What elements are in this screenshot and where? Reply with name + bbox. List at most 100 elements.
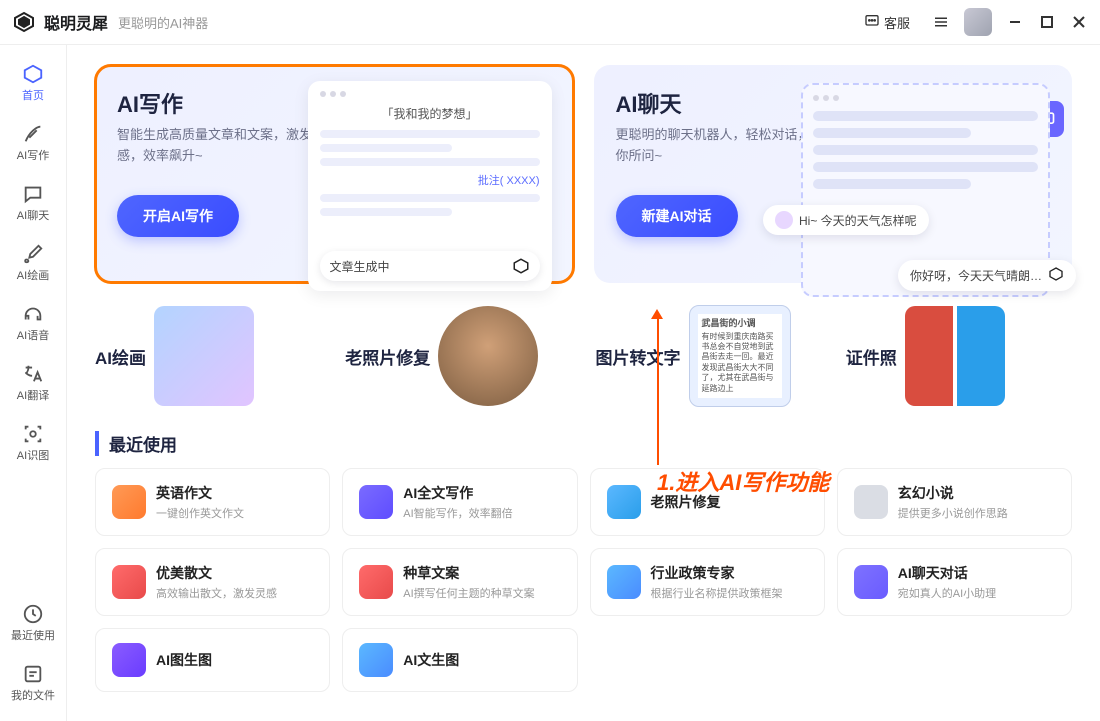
tool-name: AI全文写作 [403, 483, 560, 503]
feature-label: 证件照 [846, 344, 897, 369]
feature-id-photo[interactable]: 证件照 [846, 305, 1072, 407]
clock-icon [22, 603, 44, 625]
sidebar-item-recent[interactable]: 最近使用 [5, 595, 61, 651]
mock-title: 「我和我的梦想」 [320, 105, 540, 122]
sidebar-item-label: AI写作 [17, 147, 49, 163]
generation-status: 文章生成中 [330, 258, 390, 275]
tool-name: 老照片修复 [651, 492, 808, 512]
menu-button[interactable] [932, 13, 950, 31]
tool-card[interactable]: 行业政策专家根据行业名称提供政策框架 [590, 548, 825, 616]
hero-writing-title: AI写作 [117, 87, 326, 119]
tool-icon [112, 565, 146, 599]
tool-card[interactable]: AI文生图 [342, 628, 577, 692]
tool-name: AI文生图 [403, 650, 560, 670]
writing-preview: AI 「我和我的梦想」 批注( XXXX) 文章生成中 [326, 87, 552, 259]
recent-section-title: 最近使用 [95, 431, 1072, 456]
tool-name: 行业政策专家 [651, 563, 808, 583]
tool-icon [854, 485, 888, 519]
hex-logo-icon [1048, 266, 1064, 285]
sidebar-item-files[interactable]: 我的文件 [5, 655, 61, 711]
feature-label: 图片转文字 [596, 344, 681, 369]
tool-card[interactable]: AI聊天对话宛如真人的AI小助理 [837, 548, 1072, 616]
tool-icon [359, 485, 393, 519]
recent-grid: 英语作文一键创作英文作文 AI全文写作 AI智能写作，效率翻倍 老照片修复 玄幻小说提供… [95, 468, 1072, 692]
tool-sub: 宛如真人的AI小助理 [898, 585, 1055, 601]
hero-card-chat[interactable]: AI聊天 更聪明的聊天机器人，轻松对话，答你所问~ 新建AI对话 Hi~ 今天的… [594, 65, 1073, 283]
sidebar-item-chat[interactable]: AI聊天 [5, 175, 61, 231]
app-logo-icon [12, 10, 36, 34]
chat-preview: Hi~ 今天的天气怎样呢 你好呀，今天天气晴朗… [824, 87, 1050, 259]
feature-painting[interactable]: AI绘画 [95, 305, 321, 407]
brush-icon [22, 243, 44, 265]
scan-icon [22, 423, 44, 445]
tool-card[interactable]: 老照片修复 [590, 468, 825, 536]
tool-name: 种草文案 [403, 563, 560, 583]
feature-label: AI绘画 [95, 344, 146, 369]
ocr-sample-body: 有时候到重庆南路买书总会不自觉地到武昌街去走一回。最近发现武昌街大大不同了，尤其… [702, 332, 778, 394]
new-ai-chat-button[interactable]: 新建AI对话 [616, 195, 738, 237]
user-avatar[interactable] [964, 8, 992, 36]
tool-icon [112, 485, 146, 519]
tool-sub: AI撰写任何主题的种草文案 [403, 585, 560, 601]
chat-icon [864, 13, 880, 32]
hero-card-writing[interactable]: AI写作 智能生成高质量文章和文案，激发灵感，效率飙升~ 开启AI写作 AI 「… [95, 65, 574, 283]
tool-name: 英语作文 [156, 483, 313, 503]
feature-label: 老照片修复 [345, 344, 430, 369]
home-icon [22, 63, 44, 85]
tool-name: 优美散文 [156, 563, 313, 583]
chat-msg-2: 你好呀，今天天气晴朗… [910, 267, 1042, 284]
sidebar-item-voice[interactable]: AI语音 [5, 295, 61, 351]
sidebar-item-home[interactable]: 首页 [5, 55, 61, 111]
tool-sub: 高效输出散文，激发灵感 [156, 585, 313, 601]
hero-chat-desc: 更聪明的聊天机器人，轻松对话，答你所问~ [616, 125, 825, 167]
tool-sub: 根据行业名称提供政策框架 [651, 585, 808, 601]
sidebar-item-label: AI绘画 [17, 267, 49, 283]
mock-annot: 批注( XXXX) [320, 172, 540, 188]
tool-card[interactable]: 英语作文一键创作英文作文 [95, 468, 330, 536]
user-avatar-icon [775, 211, 793, 229]
tool-card[interactable]: 优美散文高效输出散文，激发灵感 [95, 548, 330, 616]
tool-sub: AI智能写作，效率翻倍 [403, 505, 560, 521]
app-tagline: 更聪明的AI神器 [118, 13, 856, 32]
tool-card[interactable]: AI全文写作 AI智能写作，效率翻倍 [342, 468, 577, 536]
tool-card[interactable]: 玄幻小说提供更多小说创作思路 [837, 468, 1072, 536]
feature-photo-restore[interactable]: 老照片修复 [345, 305, 571, 407]
translate-icon [22, 363, 44, 385]
sidebar-item-translate[interactable]: AI翻译 [5, 355, 61, 411]
feature-ocr[interactable]: 图片转文字 武昌街的小调 有时候到重庆南路买书总会不自觉地到武昌街去走一回。最近… [596, 305, 822, 407]
hero-chat-title: AI聊天 [616, 87, 825, 119]
sidebar-item-label: AI聊天 [17, 207, 49, 223]
sidebar-item-label: 我的文件 [11, 687, 55, 703]
sidebar-item-writing[interactable]: AI写作 [5, 115, 61, 171]
window-minimize-button[interactable] [1006, 13, 1024, 31]
window-close-button[interactable] [1070, 13, 1088, 31]
photo-thumb [438, 306, 538, 406]
sidebar-item-label: 首页 [22, 87, 44, 103]
start-ai-writing-button[interactable]: 开启AI写作 [117, 195, 239, 237]
tool-icon [854, 565, 888, 599]
sidebar-item-painting[interactable]: AI绘画 [5, 235, 61, 291]
sidebar-item-label: AI识图 [17, 447, 49, 463]
hex-logo-icon [512, 257, 530, 275]
headphones-icon [22, 303, 44, 325]
app-name: 聪明灵犀 [44, 10, 108, 34]
sidebar-item-label: 最近使用 [11, 627, 55, 643]
tool-icon [359, 643, 393, 677]
sidebar-item-vision[interactable]: AI识图 [5, 415, 61, 471]
tool-icon [607, 485, 641, 519]
id-photo-thumb [905, 306, 1005, 406]
customer-service-button[interactable]: 客服 [856, 9, 918, 36]
tool-card[interactable]: AI图生图 [95, 628, 330, 692]
tool-card[interactable]: 种草文案 AI撰写任何主题的种草文案 [342, 548, 577, 616]
tool-sub: 一键创作英文作文 [156, 505, 313, 521]
chat-msg-1: Hi~ 今天的天气怎样呢 [799, 212, 917, 229]
tool-name: AI图生图 [156, 650, 313, 670]
tool-icon [607, 565, 641, 599]
ocr-sample-title: 武昌街的小调 [702, 318, 778, 330]
tool-name: AI聊天对话 [898, 563, 1055, 583]
customer-service-label: 客服 [884, 13, 910, 32]
painting-thumb [154, 306, 254, 406]
feather-icon [22, 123, 44, 145]
hero-writing-desc: 智能生成高质量文章和文案，激发灵感，效率飙升~ [117, 125, 326, 167]
window-maximize-button[interactable] [1038, 13, 1056, 31]
